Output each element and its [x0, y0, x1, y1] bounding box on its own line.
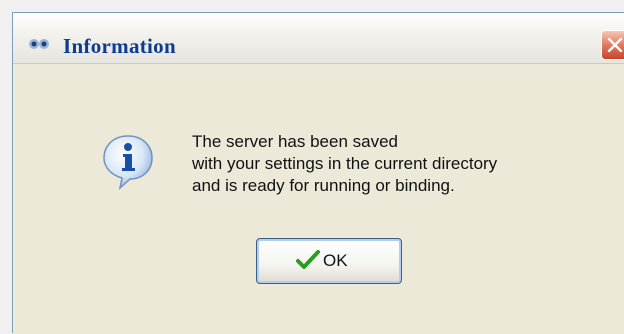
close-button[interactable] [601, 30, 624, 60]
app-logo-icon [28, 37, 50, 51]
dialog-body: The server has been saved with your sett… [13, 64, 624, 334]
message-text: The server has been saved with your sett… [192, 131, 497, 197]
title-bar[interactable]: Information [13, 13, 624, 64]
message-line: and is ready for running or binding. [192, 176, 455, 195]
information-dialog: Information The server has been saved wi… [12, 12, 624, 334]
ok-button-label: OK [323, 251, 348, 270]
info-icon [102, 134, 154, 191]
message-line: with your settings in the current direct… [192, 154, 498, 173]
ok-button[interactable]: OK [256, 238, 402, 284]
checkmark-icon [296, 250, 320, 275]
message-line: The server has been saved [192, 132, 399, 151]
dialog-title: Information [63, 34, 176, 58]
